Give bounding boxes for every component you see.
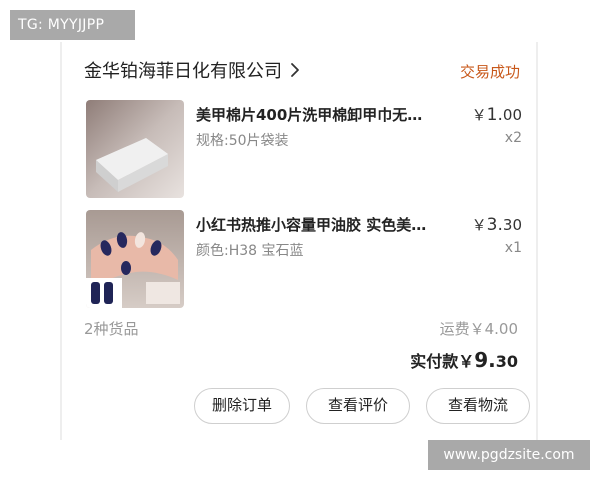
nail-polish-product-image: [86, 210, 184, 308]
price-decimal: 00: [502, 106, 522, 124]
paid-decimal: 30: [495, 352, 518, 371]
product-thumbnail[interactable]: [86, 210, 184, 308]
paid-symbol: ￥: [458, 352, 475, 371]
product-quantity: x1: [504, 240, 522, 256]
product-title[interactable]: 小红书热推小容量甲油胶 实色美…: [196, 214, 451, 235]
watermark-bottom-right: www.pgdzsite.com: [428, 440, 590, 470]
order-status: 交易成功: [459, 63, 520, 81]
view-logistics-button[interactable]: 查看物流: [426, 388, 530, 424]
delete-order-button[interactable]: 删除订单: [194, 388, 290, 424]
cotton-pad-product-image: [86, 100, 184, 198]
product-quantity: x2: [504, 130, 522, 146]
list-item[interactable]: 小红书热推小容量甲油胶 实色美… 颜色:H38 宝石蓝 ￥3.30 x1: [84, 208, 522, 308]
item-count: 2种货品: [84, 320, 139, 338]
price-symbol: ￥: [471, 216, 487, 234]
list-item[interactable]: 美甲棉片400片洗甲棉卸甲巾无… 规格:50片袋装 ￥1.00 x2: [84, 98, 522, 198]
product-price: ￥3.30: [472, 214, 522, 235]
shipping-fee: 运费￥4.00: [439, 320, 518, 338]
price-decimal: 30: [502, 216, 522, 234]
view-review-button[interactable]: 查看评价: [306, 388, 410, 424]
paid-total: 实付款￥9.30: [410, 348, 518, 372]
watermark-top-left: TG: MYYJJPP: [10, 10, 135, 40]
price-integer: 1.: [486, 105, 503, 125]
product-price: ￥1.00: [472, 104, 522, 125]
paid-label: 实付款: [410, 352, 459, 371]
shop-name: 金华铂海菲日化有限公司: [84, 61, 282, 82]
product-thumbnail[interactable]: [86, 100, 184, 198]
page: TG: MYYJJPP 金华铂海菲日化有限公司 交易成功 美甲棉片400片洗甲棉…: [0, 0, 600, 480]
order-card: 金华铂海菲日化有限公司 交易成功 美甲棉片400片洗甲棉卸甲巾无… 规格:50片…: [60, 42, 538, 440]
paid-integer: 9.: [474, 348, 496, 372]
product-spec: 颜色:H38 宝石蓝: [196, 243, 304, 259]
price-symbol: ￥: [471, 106, 487, 124]
shop-header[interactable]: 金华铂海菲日化有限公司: [84, 57, 302, 83]
product-spec: 规格:50片袋装: [196, 133, 289, 149]
chevron-right-icon: [291, 63, 299, 77]
price-integer: 3.: [486, 215, 503, 235]
product-title[interactable]: 美甲棉片400片洗甲棉卸甲巾无…: [196, 104, 451, 125]
